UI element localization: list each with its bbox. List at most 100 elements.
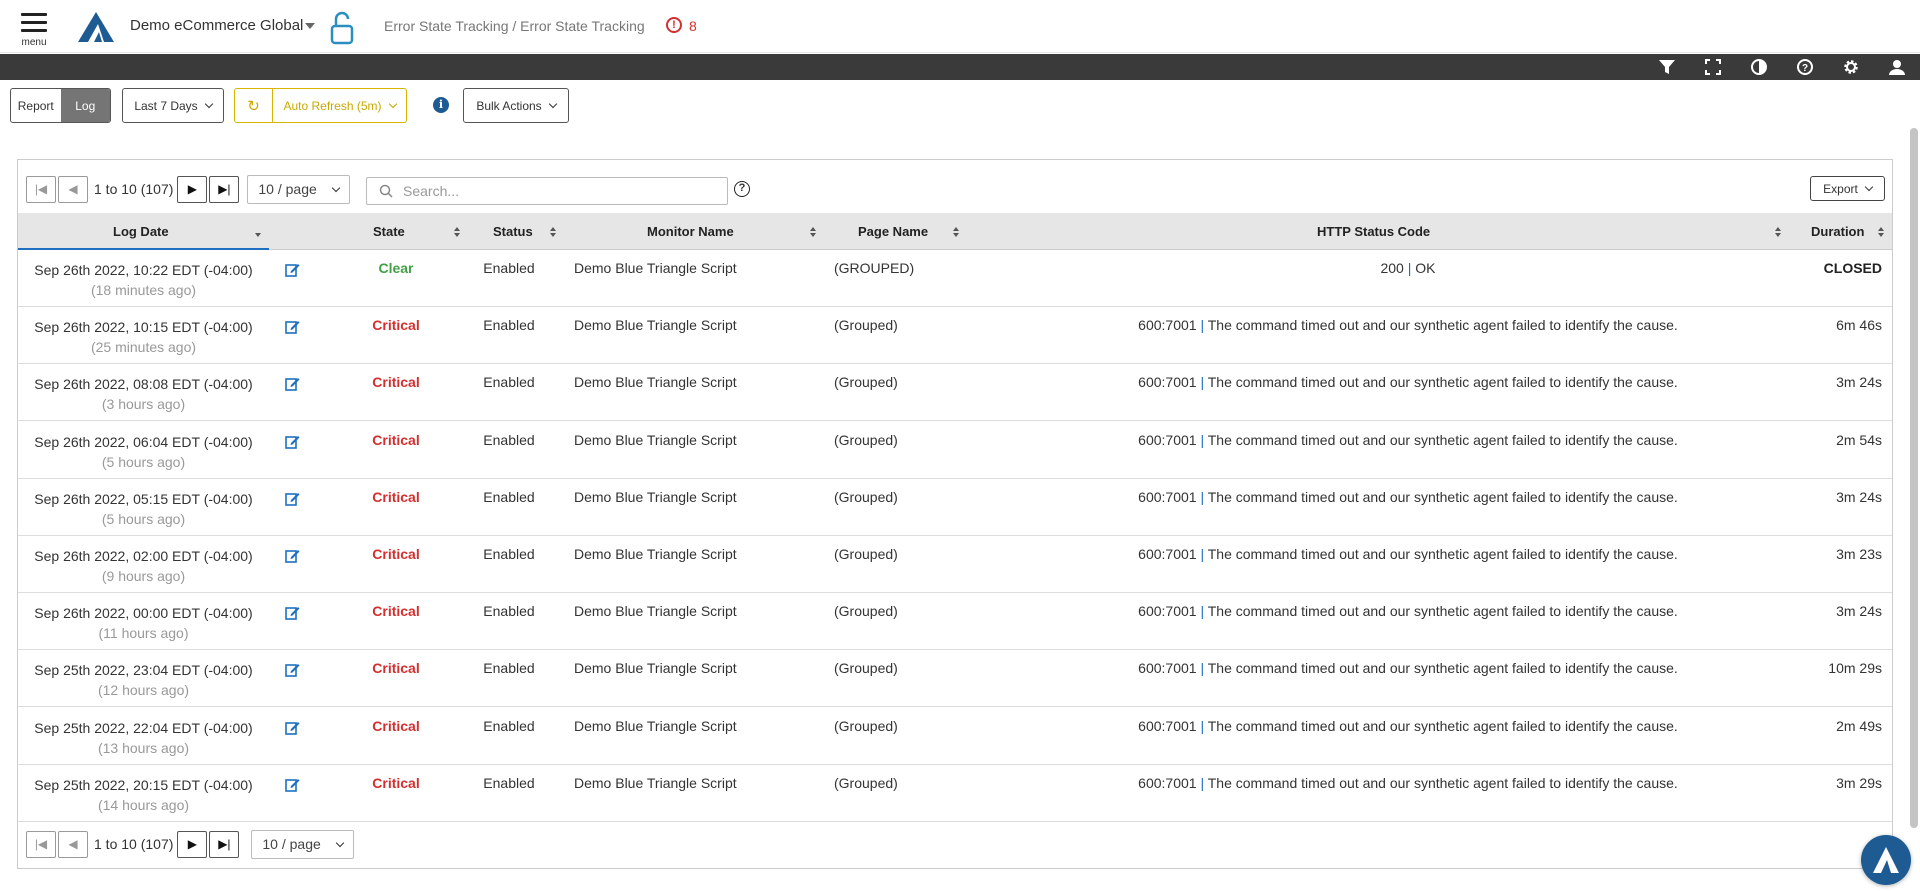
col-monitor-name[interactable]: Monitor Name (647, 213, 734, 250)
sort-icon[interactable] (1878, 227, 1886, 237)
report-toggle[interactable]: Report (11, 89, 61, 122)
unlock-icon[interactable] (328, 10, 356, 46)
http-status-cell: 600:7001 | The command timed out and our… (918, 374, 1898, 390)
last-page-button[interactable]: ▶| (209, 830, 240, 858)
top-header: menu Demo eCommerce Global Error State T… (0, 0, 1920, 53)
state-badge: Critical (372, 717, 420, 734)
table-row[interactable]: Sep 26th 2022, 06:04 EDT (-04:00) (5 hour… (18, 422, 1892, 479)
fullscreen-icon[interactable] (1704, 58, 1722, 76)
gear-icon[interactable] (1842, 58, 1860, 76)
search-input[interactable] (403, 183, 703, 199)
table-row[interactable]: Sep 26th 2022, 08:08 EDT (-04:00) (3 hour… (18, 364, 1892, 422)
refresh-icon[interactable]: ↻ (235, 89, 273, 122)
contrast-icon[interactable] (1750, 58, 1768, 76)
auto-refresh-control[interactable]: ↻ Auto Refresh (5m) (234, 88, 407, 123)
sort-icon[interactable] (810, 227, 818, 237)
http-separator: | (1196, 317, 1208, 334)
org-name[interactable]: Demo eCommerce Global (130, 17, 303, 34)
menu-button[interactable]: menu (14, 8, 54, 48)
page-size-select[interactable]: 10 / page (251, 829, 354, 859)
monitor-name-cell[interactable]: Demo Blue Triangle Script (574, 546, 737, 562)
sort-icon[interactable] (454, 227, 462, 237)
log-date-cell: Sep 26th 2022, 00:00 EDT (-04:00) (11 hou… (18, 603, 269, 643)
hamburger-icon (21, 13, 47, 16)
table-row[interactable]: Sep 25th 2022, 23:04 EDT (-04:00) (12 hou… (18, 650, 1892, 708)
http-separator: | (1196, 603, 1208, 620)
edit-icon[interactable] (285, 605, 300, 620)
monitor-name-cell[interactable]: Demo Blue Triangle Script (574, 489, 737, 505)
date-range-dropdown[interactable]: Last 7 Days (122, 88, 224, 123)
breadcrumb[interactable]: Error State Tracking / Error State Track… (384, 18, 645, 34)
next-page-button[interactable]: ▶ (177, 830, 208, 858)
edit-icon[interactable] (285, 262, 300, 277)
table-row[interactable]: Sep 25th 2022, 20:15 EDT (-04:00) (14 hou… (18, 765, 1892, 822)
col-state[interactable]: State (373, 213, 405, 250)
table-row[interactable]: Sep 25th 2022, 22:04 EDT (-04:00) (13 hou… (18, 708, 1892, 765)
export-button[interactable]: Export (1810, 176, 1885, 201)
table-row[interactable]: Sep 26th 2022, 10:22 EDT (-04:00) (18 min… (18, 250, 1892, 307)
first-page-button[interactable]: |◀ (26, 175, 56, 203)
edit-icon[interactable] (285, 319, 300, 334)
monitor-name-cell[interactable]: Demo Blue Triangle Script (574, 317, 737, 333)
monitor-name-cell[interactable]: Demo Blue Triangle Script (574, 432, 737, 448)
log-date: Sep 26th 2022, 08:08 EDT (-04:00) (34, 376, 253, 393)
sort-icon[interactable] (255, 227, 263, 237)
table-row[interactable]: Sep 26th 2022, 00:00 EDT (-04:00) (11 hou… (18, 593, 1892, 651)
sort-icon[interactable] (1775, 227, 1783, 237)
col-page-name[interactable]: Page Name (858, 213, 928, 250)
first-page-button[interactable]: |◀ (26, 830, 56, 858)
bulk-actions-label: Bulk Actions (476, 98, 542, 113)
next-page-button[interactable]: ▶ (177, 175, 208, 203)
table-row[interactable]: Sep 26th 2022, 10:15 EDT (-04:00) (25 min… (18, 307, 1892, 365)
prev-page-button[interactable]: ◀ (58, 830, 88, 858)
edit-icon[interactable] (285, 376, 300, 392)
col-log-date[interactable]: Log Date (113, 213, 169, 250)
log-toggle[interactable]: Log (60, 89, 110, 122)
duration-cell: 2m 49s (1836, 717, 1882, 734)
help-icon[interactable]: ? (1796, 58, 1814, 76)
edit-icon[interactable] (285, 491, 300, 506)
monitor-name-cell[interactable]: Demo Blue Triangle Script (574, 603, 737, 619)
search-box (366, 177, 728, 205)
edit-icon[interactable] (285, 548, 300, 563)
last-page-button[interactable]: ▶| (209, 175, 240, 203)
table-row[interactable]: Sep 26th 2022, 02:00 EDT (-04:00) (9 hour… (18, 536, 1892, 593)
chevron-down-icon (1864, 182, 1874, 192)
page-size-select[interactable]: 10 / page (247, 174, 350, 204)
user-icon[interactable] (1888, 58, 1906, 76)
date-range-label: Last 7 Days (134, 98, 198, 113)
http-code: 600:7001 (1138, 488, 1197, 505)
sort-icon[interactable] (550, 227, 558, 237)
monitor-name-cell[interactable]: Demo Blue Triangle Script (574, 775, 737, 791)
monitor-name-cell[interactable]: Demo Blue Triangle Script (574, 718, 737, 734)
bulk-actions-dropdown[interactable]: Bulk Actions (463, 88, 569, 123)
search-help-icon[interactable]: ? (734, 181, 750, 197)
monitor-name-cell[interactable]: Demo Blue Triangle Script (574, 660, 737, 676)
filter-icon[interactable] (1658, 58, 1676, 76)
http-separator: | (1196, 374, 1208, 391)
duration-cell: 3m 23s (1836, 546, 1882, 562)
prev-page-button[interactable]: ◀ (58, 175, 88, 203)
col-duration[interactable]: Duration (1811, 213, 1864, 250)
vertical-scrollbar[interactable] (1910, 128, 1918, 828)
col-http-status[interactable]: HTTP Status Code (1317, 213, 1430, 250)
edit-icon[interactable] (285, 434, 300, 449)
monitor-name-cell[interactable]: Demo Blue Triangle Script (574, 260, 737, 276)
org-dropdown-caret-icon[interactable] (305, 23, 315, 29)
col-status[interactable]: Status (493, 213, 533, 250)
sort-icon[interactable] (953, 227, 961, 237)
auto-refresh-dropdown[interactable]: Auto Refresh (5m) (273, 89, 406, 122)
edit-icon[interactable] (285, 662, 300, 678)
logo-icon[interactable] (76, 10, 116, 44)
edit-icon[interactable] (285, 720, 300, 735)
status-cell: Enabled (483, 374, 535, 391)
assistant-launcher-button[interactable] (1861, 835, 1911, 885)
alert-icon[interactable]: ! (666, 17, 682, 33)
http-code: 600:7001 (1138, 546, 1197, 562)
edit-icon[interactable] (285, 777, 300, 792)
alert-count[interactable]: 8 (689, 18, 697, 34)
info-icon[interactable]: i (433, 97, 449, 113)
table-row[interactable]: Sep 26th 2022, 05:15 EDT (-04:00) (5 hour… (18, 479, 1892, 536)
duration-cell: 3m 29s (1836, 774, 1882, 791)
monitor-name-cell[interactable]: Demo Blue Triangle Script (574, 374, 737, 390)
